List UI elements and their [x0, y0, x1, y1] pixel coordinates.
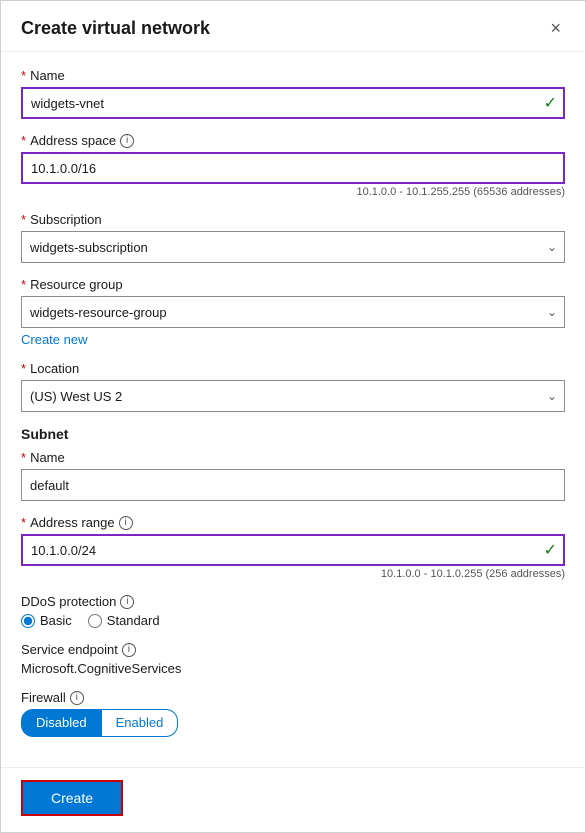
resource-group-label: * Resource group [21, 277, 565, 292]
address-range-info-icon: i [119, 516, 133, 530]
close-button[interactable]: × [546, 17, 565, 39]
address-space-hint: 10.1.0.0 - 10.1.255.255 (65536 addresses… [21, 186, 565, 198]
location-label-text: Location [30, 361, 79, 376]
name-label: * Name [21, 68, 565, 83]
name-check-icon: ✓ [544, 93, 557, 113]
address-space-field-group: * Address space i 10.1.0.0 - 10.1.255.25… [21, 133, 565, 198]
dialog-footer: Create [1, 767, 585, 832]
address-range-check-icon: ✓ [544, 540, 557, 560]
dialog-title: Create virtual network [21, 18, 210, 39]
name-required-star: * [21, 68, 26, 83]
firewall-info-icon: i [70, 691, 84, 705]
subscription-select[interactable]: widgets-subscription [21, 231, 565, 263]
service-endpoint-label: Service endpoint i [21, 642, 565, 657]
ddos-protection-label: DDoS protection i [21, 594, 565, 609]
ddos-basic-radio[interactable] [21, 614, 35, 628]
subnet-name-label-text: Name [30, 450, 65, 465]
ddos-protection-radio-group: Basic Standard [21, 613, 565, 628]
service-endpoint-label-text: Service endpoint [21, 642, 118, 657]
address-space-label-text: Address space [30, 133, 116, 148]
subnet-section-title: Subnet [21, 426, 565, 442]
subnet-name-field-group: * Name [21, 450, 565, 501]
subnet-name-input[interactable] [21, 469, 565, 501]
name-label-text: Name [30, 68, 65, 83]
resource-group-required-star: * [21, 277, 26, 292]
firewall-toggle-group: Disabled Enabled [21, 709, 565, 737]
address-range-hint: 10.1.0.0 - 10.1.0.255 (256 addresses) [21, 568, 565, 580]
address-range-required-star: * [21, 515, 26, 530]
firewall-field-group: Firewall i Disabled Enabled [21, 690, 565, 737]
subscription-required-star: * [21, 212, 26, 227]
address-range-input[interactable] [21, 534, 565, 566]
service-endpoint-field-group: Service endpoint i Microsoft.CognitiveSe… [21, 642, 565, 676]
name-input[interactable] [21, 87, 565, 119]
address-space-input-wrapper [21, 152, 565, 184]
subscription-label-text: Subscription [30, 212, 102, 227]
location-select-wrapper: (US) West US 2 ⌄ [21, 380, 565, 412]
location-field-group: * Location (US) West US 2 ⌄ [21, 361, 565, 412]
ddos-protection-label-text: DDoS protection [21, 594, 116, 609]
dialog-body: * Name ✓ * Address space i 10.1.0.0 - 10… [1, 52, 585, 767]
firewall-disabled-button[interactable]: Disabled [21, 709, 102, 737]
resource-group-select[interactable]: widgets-resource-group [21, 296, 565, 328]
service-endpoint-info-icon: i [122, 643, 136, 657]
ddos-protection-field-group: DDoS protection i Basic Standard [21, 594, 565, 628]
location-select[interactable]: (US) West US 2 [21, 380, 565, 412]
name-field-group: * Name ✓ [21, 68, 565, 119]
ddos-basic-label: Basic [40, 613, 72, 628]
ddos-basic-option[interactable]: Basic [21, 613, 72, 628]
location-label: * Location [21, 361, 565, 376]
ddos-standard-label: Standard [107, 613, 160, 628]
address-space-input[interactable] [21, 152, 565, 184]
resource-group-select-wrapper: widgets-resource-group ⌄ [21, 296, 565, 328]
resource-group-label-text: Resource group [30, 277, 123, 292]
subnet-name-required-star: * [21, 450, 26, 465]
firewall-label: Firewall i [21, 690, 565, 705]
service-endpoint-value: Microsoft.CognitiveServices [21, 661, 565, 676]
create-button[interactable]: Create [21, 780, 123, 816]
subnet-name-label: * Name [21, 450, 565, 465]
subscription-field-group: * Subscription widgets-subscription ⌄ [21, 212, 565, 263]
ddos-standard-radio[interactable] [88, 614, 102, 628]
firewall-enabled-button[interactable]: Enabled [102, 709, 179, 737]
firewall-label-text: Firewall [21, 690, 66, 705]
ddos-standard-option[interactable]: Standard [88, 613, 160, 628]
subscription-label: * Subscription [21, 212, 565, 227]
location-required-star: * [21, 361, 26, 376]
address-range-field-group: * Address range i ✓ 10.1.0.0 - 10.1.0.25… [21, 515, 565, 580]
create-virtual-network-dialog: Create virtual network × * Name ✓ * Addr… [0, 0, 586, 833]
name-input-wrapper: ✓ [21, 87, 565, 119]
dialog-header: Create virtual network × [1, 1, 585, 52]
address-space-info-icon: i [120, 134, 134, 148]
address-range-label: * Address range i [21, 515, 565, 530]
address-space-required-star: * [21, 133, 26, 148]
resource-group-field-group: * Resource group widgets-resource-group … [21, 277, 565, 347]
address-space-label: * Address space i [21, 133, 565, 148]
address-range-label-text: Address range [30, 515, 115, 530]
address-range-input-wrapper: ✓ [21, 534, 565, 566]
create-new-resource-group-link[interactable]: Create new [21, 332, 87, 347]
ddos-protection-info-icon: i [120, 595, 134, 609]
subscription-select-wrapper: widgets-subscription ⌄ [21, 231, 565, 263]
